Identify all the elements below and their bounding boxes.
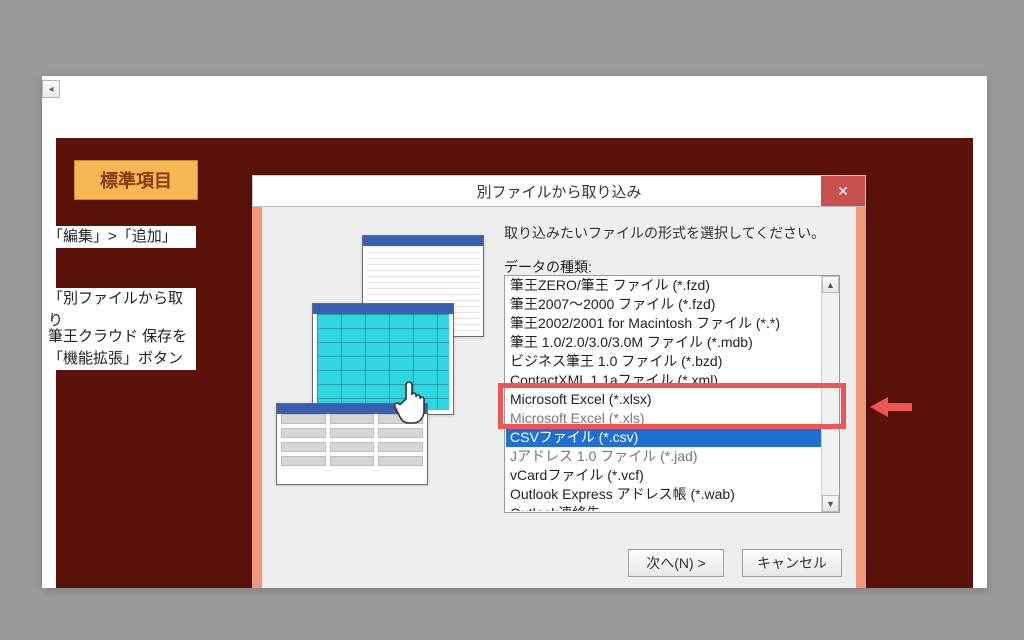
cursor-hand-icon	[392, 377, 432, 427]
bg-text-2: 「別ファイルから取り	[48, 288, 196, 332]
bg-text-3: 筆王クラウド 保存を 「機能拡張」ボタン	[48, 326, 196, 370]
page-canvas: ◂ 標準項目 「編集」>「追加」 「別ファイルから取り 筆王クラウド 保存を 「…	[42, 76, 987, 588]
file-type-option[interactable]: ContactXML 1.1aファイル (*.xml)	[506, 371, 822, 390]
bg-text-1: 「編集」>「追加」	[48, 226, 196, 248]
file-type-option[interactable]: 筆王 1.0/2.0/3.0/3.0M ファイル (*.mdb)	[506, 333, 822, 352]
file-type-option[interactable]: Outlook連絡先	[506, 504, 822, 511]
dialog-titlebar: 別ファイルから取り込み ✕	[252, 175, 866, 207]
data-type-label: データの種類:	[504, 257, 592, 277]
file-type-option[interactable]: 筆王ZERO/筆王 ファイル (*.fzd)	[506, 276, 822, 295]
file-type-listbox[interactable]: 筆王ZERO/筆王 ファイル (*.fzd)筆王2007～2000 ファイル (…	[504, 275, 840, 513]
dialog-button-bar: 次へ(N) > キャンセル	[628, 549, 842, 577]
file-type-option[interactable]: ビジネス筆王 1.0 ファイル (*.bzd)	[506, 352, 822, 371]
file-type-option[interactable]: Microsoft Excel (*.xls)	[506, 409, 822, 428]
side-tab-standard[interactable]: 標準項目	[74, 160, 198, 200]
file-type-option[interactable]: Outlook Express アドレス帳 (*.wab)	[506, 485, 822, 504]
illus-window-2	[312, 303, 454, 415]
scroll-down-icon[interactable]: ▼	[822, 495, 839, 512]
illustration	[272, 235, 492, 485]
dialog-instruction: 取り込みたいファイルの形式を選択してください。	[504, 223, 825, 243]
file-type-option[interactable]: 筆王2002/2001 for Macintosh ファイル (*.*)	[506, 314, 822, 333]
cancel-button[interactable]: キャンセル	[742, 549, 842, 577]
listbox-scrollbar[interactable]: ▲ ▼	[821, 276, 839, 512]
close-icon: ✕	[837, 183, 849, 200]
scroll-up-icon[interactable]: ▲	[822, 276, 839, 293]
file-type-option[interactable]: 筆王2007～2000 ファイル (*.fzd)	[506, 295, 822, 314]
import-dialog: 別ファイルから取り込み ✕ 取り込みたいファイルの形式を選択してください。 デー…	[252, 175, 866, 588]
dialog-title: 別ファイルから取り込み	[476, 181, 641, 202]
file-type-option[interactable]: Microsoft Excel (*.xlsx)	[506, 390, 822, 409]
pointer-arrow-icon	[870, 397, 912, 417]
file-type-option[interactable]: Jアドレス 1.0 ファイル (*.jad)	[506, 447, 822, 466]
scroll-left-button[interactable]: ◂	[42, 80, 60, 98]
file-type-option[interactable]: vCardファイル (*.vcf)	[506, 466, 822, 485]
next-button[interactable]: 次へ(N) >	[628, 549, 724, 577]
file-type-option[interactable]: CSVファイル (*.csv)	[506, 428, 822, 447]
close-button[interactable]: ✕	[821, 176, 865, 206]
